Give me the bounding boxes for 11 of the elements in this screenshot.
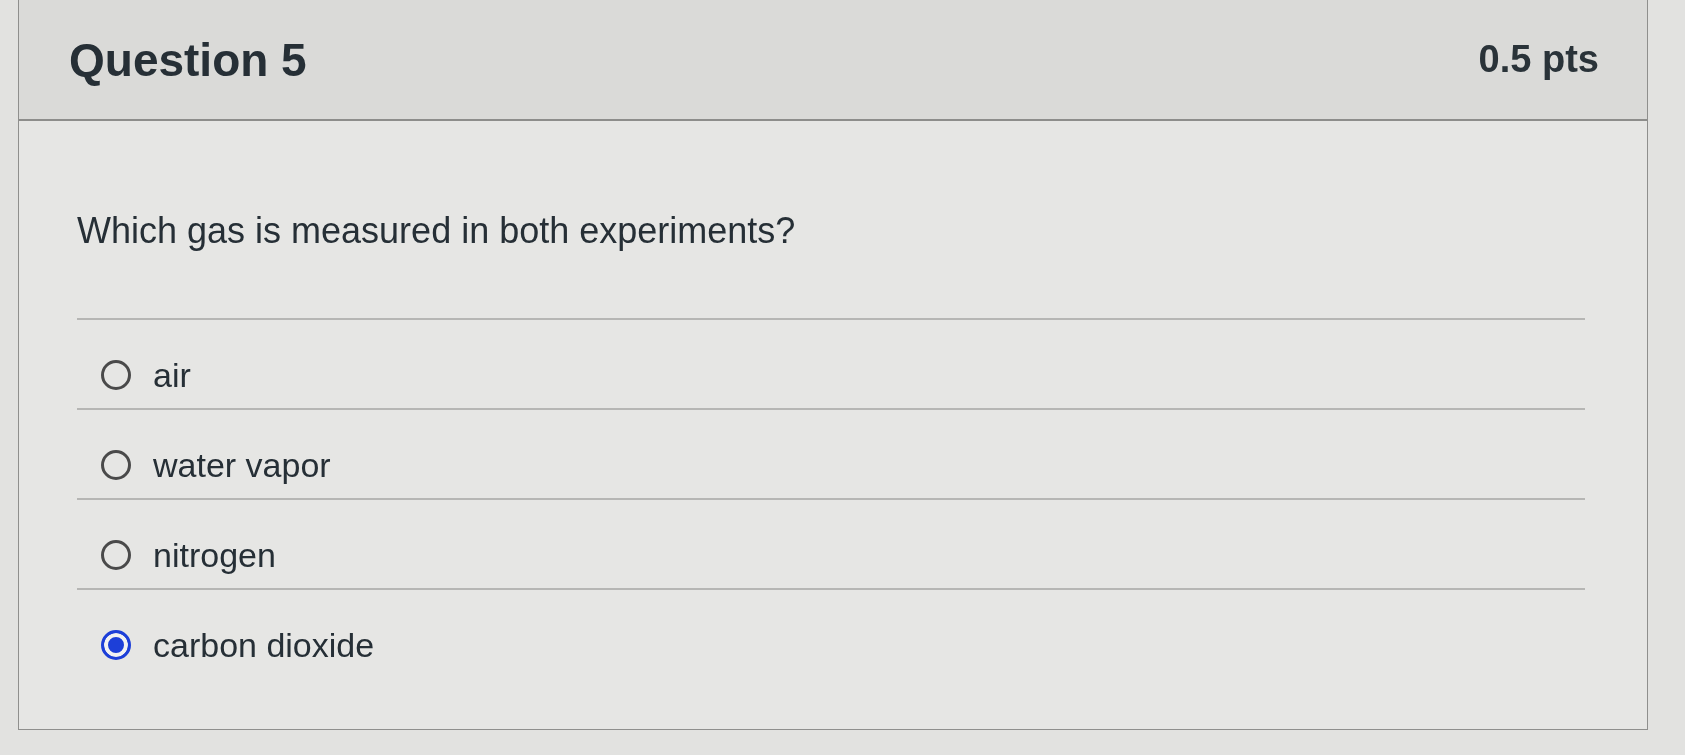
radio-button[interactable]: [101, 360, 131, 390]
question-title: Question 5: [69, 32, 307, 87]
answer-label[interactable]: water vapor: [153, 445, 331, 485]
question-prompt: Which gas is measured in both experiments?: [77, 209, 797, 253]
radio-button[interactable]: [101, 450, 131, 480]
radio-button[interactable]: [101, 630, 131, 660]
radio-button[interactable]: [101, 540, 131, 570]
answer-label[interactable]: air: [153, 355, 191, 395]
answer-label[interactable]: nitrogen: [153, 535, 276, 575]
answer-label[interactable]: carbon dioxide: [153, 625, 375, 665]
question-points: 0.5 pts: [1478, 38, 1599, 81]
